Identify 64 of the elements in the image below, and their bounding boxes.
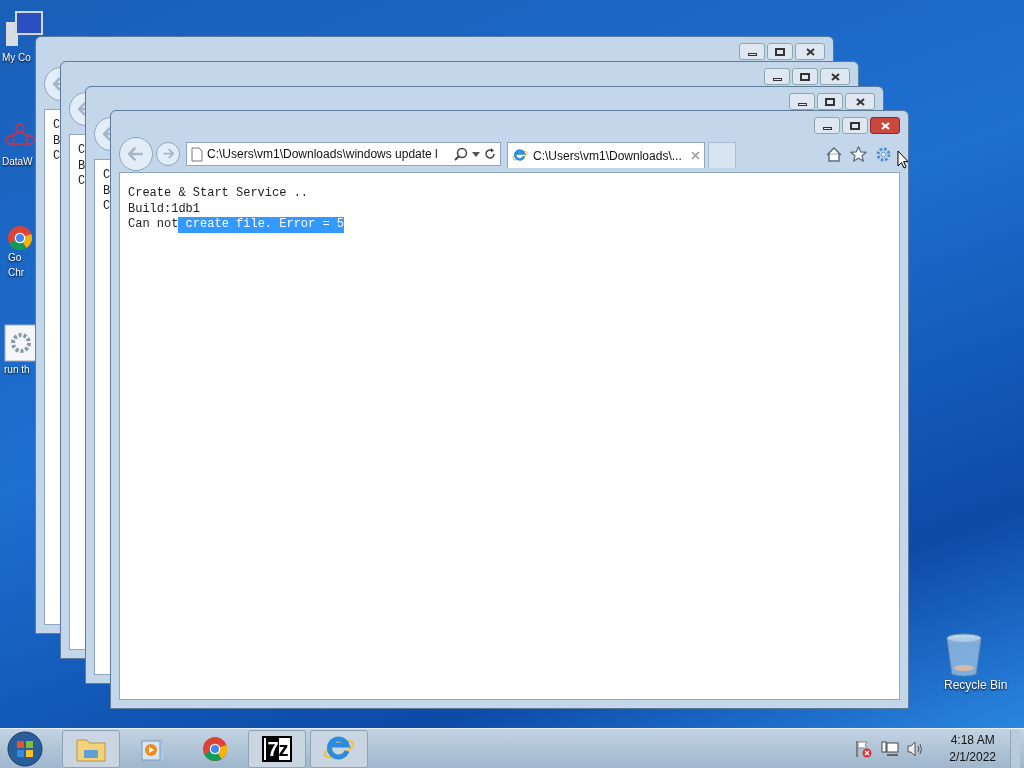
network-icon[interactable] (881, 740, 900, 757)
close-button[interactable] (845, 93, 875, 110)
page-text: C (103, 168, 111, 184)
close-button[interactable] (795, 43, 825, 60)
page-text: B (103, 183, 111, 199)
mouse-pointer-icon (897, 150, 909, 169)
address-text: C:\Users\vm1\Downloads\windows update l (207, 146, 438, 163)
page-text: C (78, 174, 86, 190)
selected-text: create file. Error = 5 (178, 217, 345, 233)
start-button[interactable] (4, 729, 46, 768)
close-tab-icon[interactable] (691, 151, 700, 160)
desktop-icon-label[interactable]: My Co (2, 50, 31, 65)
desktop-icon-label[interactable]: Recycle Bin (944, 678, 1008, 693)
browser-tab[interactable]: C:\Users\vm1\Downloads\... (507, 142, 705, 168)
refresh-icon[interactable] (484, 148, 496, 160)
left-arrow-icon (127, 146, 145, 162)
chrome-icon (8, 226, 32, 250)
desktop-icon-label[interactable]: Go (8, 250, 22, 265)
sevenzip-logo: 7z (262, 735, 292, 762)
windows-logo-icon (6, 729, 44, 768)
page-text: C (53, 118, 61, 134)
gear-document-icon (4, 324, 38, 362)
settings-icon[interactable] (875, 145, 892, 163)
minimize-button[interactable] (739, 43, 765, 60)
dropdown-icon[interactable] (472, 151, 480, 157)
close-icon (830, 72, 840, 81)
close-button[interactable] (820, 68, 850, 85)
page-text: C (53, 149, 61, 165)
page-text: B (78, 158, 86, 174)
taskbar-button[interactable]: 7z (248, 729, 306, 768)
left-arrow-icon (53, 77, 61, 91)
page-text: Create & Start Service .. (128, 186, 309, 202)
recycle-bin-icon (944, 632, 984, 678)
close-icon (855, 97, 865, 106)
desktop-icon-label[interactable]: Chr (8, 265, 25, 280)
maximize-button[interactable] (792, 68, 818, 85)
page-text: C (78, 143, 86, 159)
minimize-button[interactable] (764, 68, 790, 85)
maximize-button[interactable] (767, 43, 793, 60)
address-bar[interactable]: C:\Users\vm1\Downloads\windows update l (186, 142, 501, 166)
clock[interactable]: 4:18 AM 2/1/2022 (949, 731, 996, 766)
chrome-icon (203, 736, 227, 761)
internet-explorer-icon (512, 148, 528, 163)
close-icon (880, 121, 890, 130)
page-text: B (53, 133, 61, 149)
star-icon[interactable] (850, 146, 867, 162)
maximize-button[interactable] (842, 117, 868, 134)
close-icon (805, 47, 815, 56)
page-icon (191, 146, 203, 162)
page-text: Can not (128, 217, 179, 233)
home-icon[interactable] (826, 146, 842, 162)
page-text: Build:1db1 (128, 201, 200, 217)
minimize-button[interactable] (814, 117, 840, 134)
right-arrow-icon (162, 148, 174, 160)
maximize-button[interactable] (817, 93, 843, 110)
close-button[interactable] (870, 117, 900, 134)
action-center-flag-icon[interactable] (855, 739, 874, 758)
left-arrow-icon (78, 102, 86, 116)
left-arrow-icon (103, 127, 111, 141)
desktop-icon-label[interactable]: run th (4, 362, 30, 377)
desktop-icon-label[interactable]: DataW (2, 154, 33, 169)
page-text: C (103, 199, 111, 215)
minimize-button[interactable] (789, 93, 815, 110)
search-icon[interactable] (454, 147, 468, 161)
